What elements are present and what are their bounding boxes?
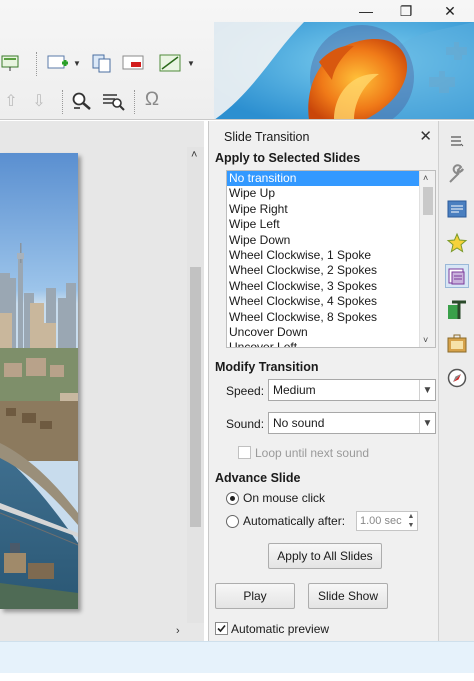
slide-editing-area[interactable]: ˄ › [0, 121, 204, 641]
master-slides-icon[interactable] [445, 197, 469, 221]
find-replace-icon[interactable] [100, 90, 126, 112]
vertical-scrollbar[interactable] [187, 147, 204, 623]
sidebar-tab-bar [438, 121, 474, 641]
navigator-icon[interactable] [445, 366, 469, 390]
close-icon[interactable]: ✕ [419, 127, 432, 145]
spinner-arrows-icon[interactable]: ▲ ▼ [405, 512, 417, 530]
special-character-icon[interactable]: Ω [140, 88, 164, 112]
scroll-right-icon[interactable]: › [176, 625, 180, 637]
transition-list-item[interactable]: Wheel Clockwise, 2 Spokes [227, 263, 420, 278]
restore-button[interactable]: ❐ [386, 0, 426, 22]
animation-icon[interactable] [445, 231, 469, 255]
auto-time-value: 1.00 sec [360, 515, 402, 527]
apply-selected-heading: Apply to Selected Slides [215, 151, 361, 165]
play-button[interactable]: Play [215, 583, 295, 609]
transition-list-item[interactable]: Wheel Clockwise, 1 Spoke [227, 248, 420, 263]
properties-icon[interactable] [445, 163, 469, 187]
on-mouse-click-radio[interactable] [226, 492, 239, 505]
transition-icon[interactable] [445, 264, 469, 288]
up-arrow-icon[interactable]: ⇧ [2, 90, 20, 112]
transition-list-item[interactable]: Wipe Down [227, 233, 420, 248]
presentation-icon[interactable] [0, 52, 22, 74]
transition-list-item[interactable]: Uncover Left [227, 340, 420, 347]
status-bar [0, 641, 474, 673]
speed-label: Speed: [226, 384, 265, 398]
automatic-preview-label: Automatic preview [231, 622, 330, 636]
auto-time-spinner[interactable]: 1.00 sec ▲ ▼ [356, 511, 418, 531]
slide-show-button[interactable]: Slide Show [308, 583, 388, 609]
checkmark-icon [217, 624, 226, 633]
firefox-theme-artwork [214, 22, 474, 119]
transition-list-item[interactable]: Uncover Down [227, 325, 420, 340]
modify-transition-heading: Modify Transition [215, 360, 319, 374]
toolbar-separator [36, 52, 37, 76]
automatic-preview-checkbox[interactable] [215, 622, 228, 635]
chevron-down-icon[interactable]: ▼ [72, 56, 82, 70]
line-icon[interactable] [158, 52, 182, 74]
apply-to-all-slides-button[interactable]: Apply to All Slides [268, 543, 382, 569]
panel-title: Slide Transition [224, 130, 310, 144]
close-window-button[interactable]: ✕ [430, 0, 470, 22]
play-label: Play [243, 589, 267, 603]
transition-list[interactable]: No transition Wipe Up Wipe Right Wipe Left W… [226, 170, 436, 348]
transition-list-item[interactable]: No transition [227, 171, 420, 187]
transition-list-item[interactable]: Wheel Clockwise, 3 Spokes [227, 279, 420, 294]
advance-slide-heading: Advance Slide [215, 471, 301, 485]
eraser-icon[interactable] [120, 52, 146, 74]
apply-to-all-label: Apply to All Slides [277, 549, 373, 563]
automatically-after-radio[interactable] [226, 515, 239, 528]
speed-value: Medium [273, 383, 316, 397]
slide-show-label: Slide Show [317, 589, 379, 603]
automatically-after-label: Automatically after: [243, 514, 346, 528]
slide-transition-panel: Slide Transition ✕ Apply to Selected Sli… [208, 121, 438, 641]
scroll-up-icon[interactable]: ˄ [191, 149, 197, 161]
chevron-down-icon[interactable]: ▼ [419, 380, 435, 400]
transition-list-item[interactable]: Wipe Left [227, 217, 420, 232]
impress-window: — ❐ ✕ ▼ ▼ ⇧ ⇩ Ω ˄ › Slide Transition ✕ A… [0, 0, 474, 681]
sound-label: Sound: [226, 417, 265, 431]
toolbar-separator [134, 90, 135, 114]
slide-image[interactable] [0, 153, 78, 609]
gallery-icon[interactable] [445, 332, 469, 356]
menu-icon[interactable] [445, 129, 469, 153]
chevron-down-icon[interactable]: ▼ [419, 413, 435, 433]
sound-value: No sound [273, 416, 325, 430]
transition-list-item[interactable]: Wipe Right [227, 202, 420, 217]
toolbar-area: — ❐ ✕ ▼ ▼ ⇧ ⇩ Ω [0, 0, 474, 120]
list-scrollbar-thumb[interactable] [423, 187, 433, 215]
speed-dropdown[interactable]: Medium ▼ [268, 379, 436, 401]
transition-list-item[interactable]: Wheel Clockwise, 4 Spokes [227, 294, 420, 309]
chevron-up-icon[interactable]: ˄ [423, 173, 428, 183]
styles-icon[interactable] [445, 298, 469, 322]
toolbar-separator [62, 90, 63, 114]
sound-dropdown[interactable]: No sound ▼ [268, 412, 436, 434]
window-bottom-edge [0, 673, 474, 681]
loop-checkbox[interactable] [238, 446, 251, 459]
on-mouse-click-label: On mouse click [243, 491, 326, 505]
chevron-down-icon[interactable]: ˅ [423, 335, 428, 345]
chevron-down-icon[interactable]: ▼ [186, 56, 196, 70]
down-arrow-icon[interactable]: ⇩ [30, 90, 48, 112]
copy-icon[interactable] [90, 52, 114, 74]
scrollbar-thumb[interactable] [190, 267, 201, 527]
minimize-button[interactable]: — [346, 0, 386, 22]
insert-icon[interactable] [46, 52, 70, 74]
loop-label: Loop until next sound [255, 446, 370, 460]
list-scrollbar[interactable]: ˄ ˅ [419, 171, 435, 347]
transition-list-item[interactable]: Wipe Up [227, 186, 420, 201]
zoom-icon[interactable] [70, 90, 94, 112]
transition-list-item[interactable]: Wheel Clockwise, 8 Spokes [227, 310, 420, 325]
